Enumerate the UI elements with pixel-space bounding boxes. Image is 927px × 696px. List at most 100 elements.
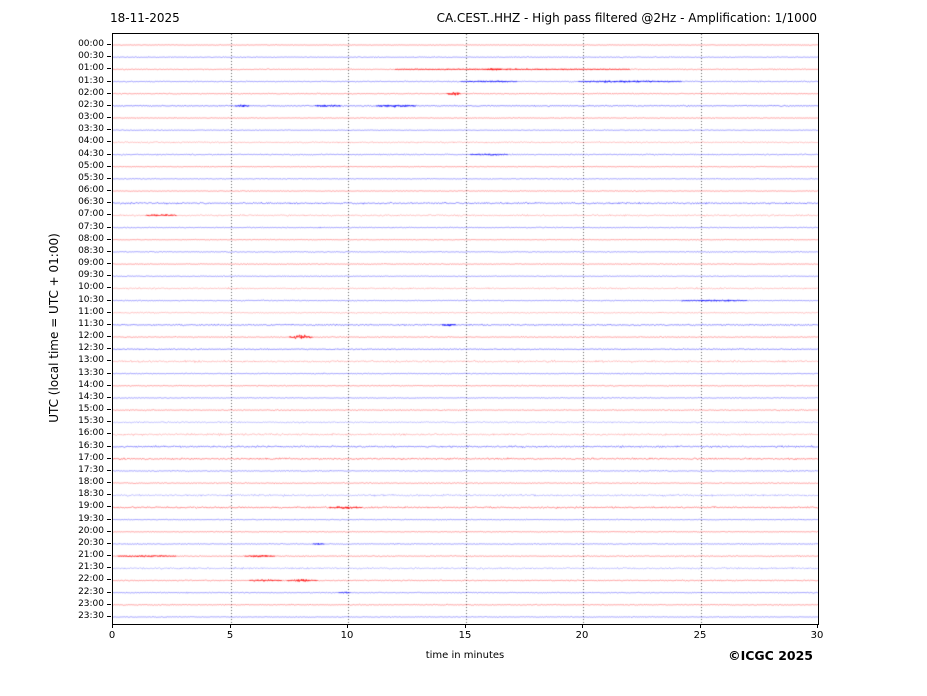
y-tick	[107, 397, 111, 398]
y-tick-label: 15:30	[78, 416, 104, 426]
y-tick-label: 14:00	[78, 380, 104, 390]
y-tick	[107, 616, 111, 617]
y-tick	[107, 166, 111, 167]
y-tick-label: 13:30	[78, 368, 104, 378]
y-tick	[107, 385, 111, 386]
y-tick-label: 18:00	[78, 477, 104, 487]
date-label: 18-11-2025	[110, 11, 180, 25]
y-tick	[107, 592, 111, 593]
y-tick-label: 11:30	[78, 319, 104, 329]
y-tick	[107, 129, 111, 130]
y-tick-label: 17:30	[78, 465, 104, 475]
y-tick	[107, 604, 111, 605]
y-tick-label: 06:30	[78, 197, 104, 207]
y-tick-label: 05:30	[78, 173, 104, 183]
y-tick	[107, 239, 111, 240]
y-tick-label: 09:00	[78, 258, 104, 268]
x-tick-label: 5	[226, 630, 234, 641]
x-tick-label: 30	[810, 630, 824, 641]
y-tick-label: 19:00	[78, 501, 104, 511]
y-tick-label: 07:00	[78, 209, 104, 219]
y-tick-label: 06:00	[78, 185, 104, 195]
y-tick	[107, 336, 111, 337]
y-tick	[107, 154, 111, 155]
y-tick	[107, 494, 111, 495]
y-tick	[107, 44, 111, 45]
x-tick	[817, 624, 818, 628]
x-tick	[582, 624, 583, 628]
y-tick	[107, 263, 111, 264]
y-tick-label: 04:00	[78, 136, 104, 146]
y-tick	[107, 373, 111, 374]
y-tick	[107, 409, 111, 410]
y-tick-label: 01:00	[78, 63, 104, 73]
y-tick	[107, 178, 111, 179]
seismogram-traces-canvas	[113, 34, 818, 624]
y-tick-label: 11:00	[78, 307, 104, 317]
y-tick-label: 16:30	[78, 441, 104, 451]
y-tick-label: 00:00	[78, 39, 104, 49]
y-tick-label: 08:30	[78, 246, 104, 256]
y-tick	[107, 433, 111, 434]
y-tick	[107, 519, 111, 520]
y-tick	[107, 421, 111, 422]
y-tick-label: 01:30	[78, 76, 104, 86]
y-tick	[107, 287, 111, 288]
copyright: ©ICGC 2025	[728, 648, 813, 663]
y-tick	[107, 360, 111, 361]
y-tick-label: 10:00	[78, 282, 104, 292]
y-tick	[107, 190, 111, 191]
y-tick-label: 02:30	[78, 100, 104, 110]
y-tick-label: 20:00	[78, 526, 104, 536]
y-tick-label: 21:30	[78, 562, 104, 572]
y-tick	[107, 446, 111, 447]
y-tick-label: 20:30	[78, 538, 104, 548]
y-tick-label: 00:30	[78, 51, 104, 61]
y-tick	[107, 56, 111, 57]
x-axis-label: time in minutes	[425, 650, 505, 661]
y-tick	[107, 543, 111, 544]
y-tick	[107, 251, 111, 252]
y-tick-label: 13:00	[78, 355, 104, 365]
y-tick	[107, 68, 111, 69]
plot-title: CA.CEST..HHZ - High pass filtered @2Hz -…	[436, 11, 817, 25]
y-tick	[107, 275, 111, 276]
y-tick	[107, 458, 111, 459]
x-tick-label: 0	[108, 630, 116, 641]
y-tick	[107, 202, 111, 203]
y-tick-label: 14:30	[78, 392, 104, 402]
y-tick	[107, 117, 111, 118]
y-tick-label: 23:00	[78, 599, 104, 609]
y-axis-label: UTC (local time = UTC + 01:00)	[47, 233, 61, 423]
y-tick	[107, 93, 111, 94]
y-tick	[107, 81, 111, 82]
y-tick	[107, 141, 111, 142]
y-tick-label: 05:00	[78, 161, 104, 171]
y-tick	[107, 531, 111, 532]
x-tick	[230, 624, 231, 628]
y-tick-label: 16:00	[78, 428, 104, 438]
y-tick-label: 18:30	[78, 489, 104, 499]
x-tick	[347, 624, 348, 628]
y-tick-label: 02:00	[78, 88, 104, 98]
plot-area	[112, 33, 819, 625]
y-tick-label: 22:30	[78, 587, 104, 597]
y-tick	[107, 214, 111, 215]
y-tick	[107, 227, 111, 228]
y-tick	[107, 324, 111, 325]
y-tick	[107, 348, 111, 349]
y-tick-label: 03:00	[78, 112, 104, 122]
y-tick-label: 03:30	[78, 124, 104, 134]
x-tick	[700, 624, 701, 628]
helicorder-figure: 18-11-2025 CA.CEST..HHZ - High pass filt…	[0, 0, 927, 696]
x-tick	[465, 624, 466, 628]
y-tick-label: 04:30	[78, 149, 104, 159]
y-tick-label: 22:00	[78, 574, 104, 584]
y-tick-label: 12:00	[78, 331, 104, 341]
y-tick-label: 17:00	[78, 453, 104, 463]
y-tick-label: 09:30	[78, 270, 104, 280]
y-tick	[107, 555, 111, 556]
y-tick	[107, 482, 111, 483]
y-tick	[107, 470, 111, 471]
y-tick-label: 23:30	[78, 611, 104, 621]
